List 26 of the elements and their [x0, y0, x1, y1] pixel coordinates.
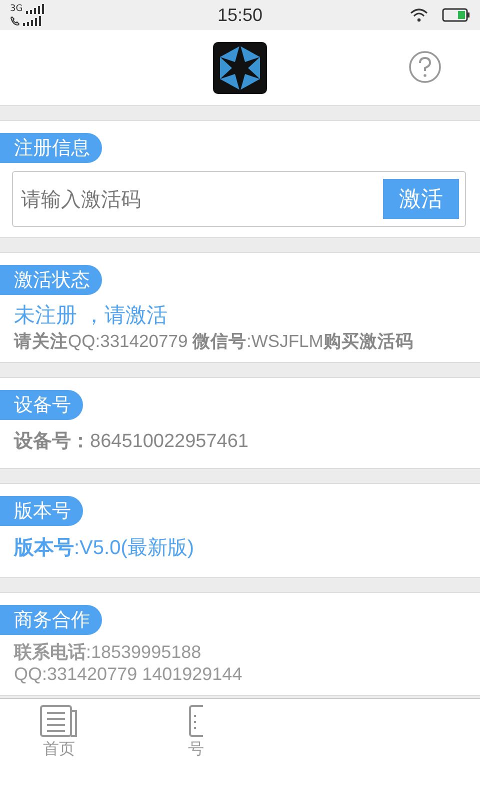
- version-text: 版本号:V5.0(最新版): [14, 536, 194, 561]
- activate-button[interactable]: 激活: [383, 179, 459, 219]
- contact-line: QQ:331420779 1401929144: [14, 663, 242, 685]
- network-type: 3G: [10, 4, 23, 14]
- contact-line: 联系电话:18539995188: [14, 641, 202, 663]
- activation-code-field[interactable]: 请输入激活码 激活: [12, 171, 466, 227]
- clock-time: 15:50: [217, 4, 263, 26]
- section-title: 版本号: [0, 496, 83, 526]
- section-title: 注册信息: [0, 133, 102, 163]
- wifi-icon: [410, 8, 428, 22]
- list-icon: [189, 705, 203, 737]
- status-text: 未注册 ，请激活: [14, 302, 168, 329]
- section-title: 商务合作: [0, 605, 102, 635]
- app-logo-icon: [213, 42, 267, 94]
- device-id: 设备号：864510022957461: [14, 430, 249, 454]
- contact-note: 请关注QQ:331420779 微信号:WSJFLM购买激活码: [14, 331, 414, 352]
- section-title: 激活状态: [0, 265, 102, 295]
- section-title: 设备号: [0, 390, 83, 420]
- battery-icon: [442, 8, 470, 22]
- tab-item[interactable]: 首页: [40, 699, 78, 800]
- signal-icon: [22, 16, 44, 26]
- help-icon[interactable]: [408, 50, 442, 84]
- signal-icon: [24, 4, 47, 14]
- tab-item[interactable]: 号: [188, 699, 204, 800]
- newspaper-icon: [40, 705, 78, 737]
- phone-icon: [10, 16, 20, 26]
